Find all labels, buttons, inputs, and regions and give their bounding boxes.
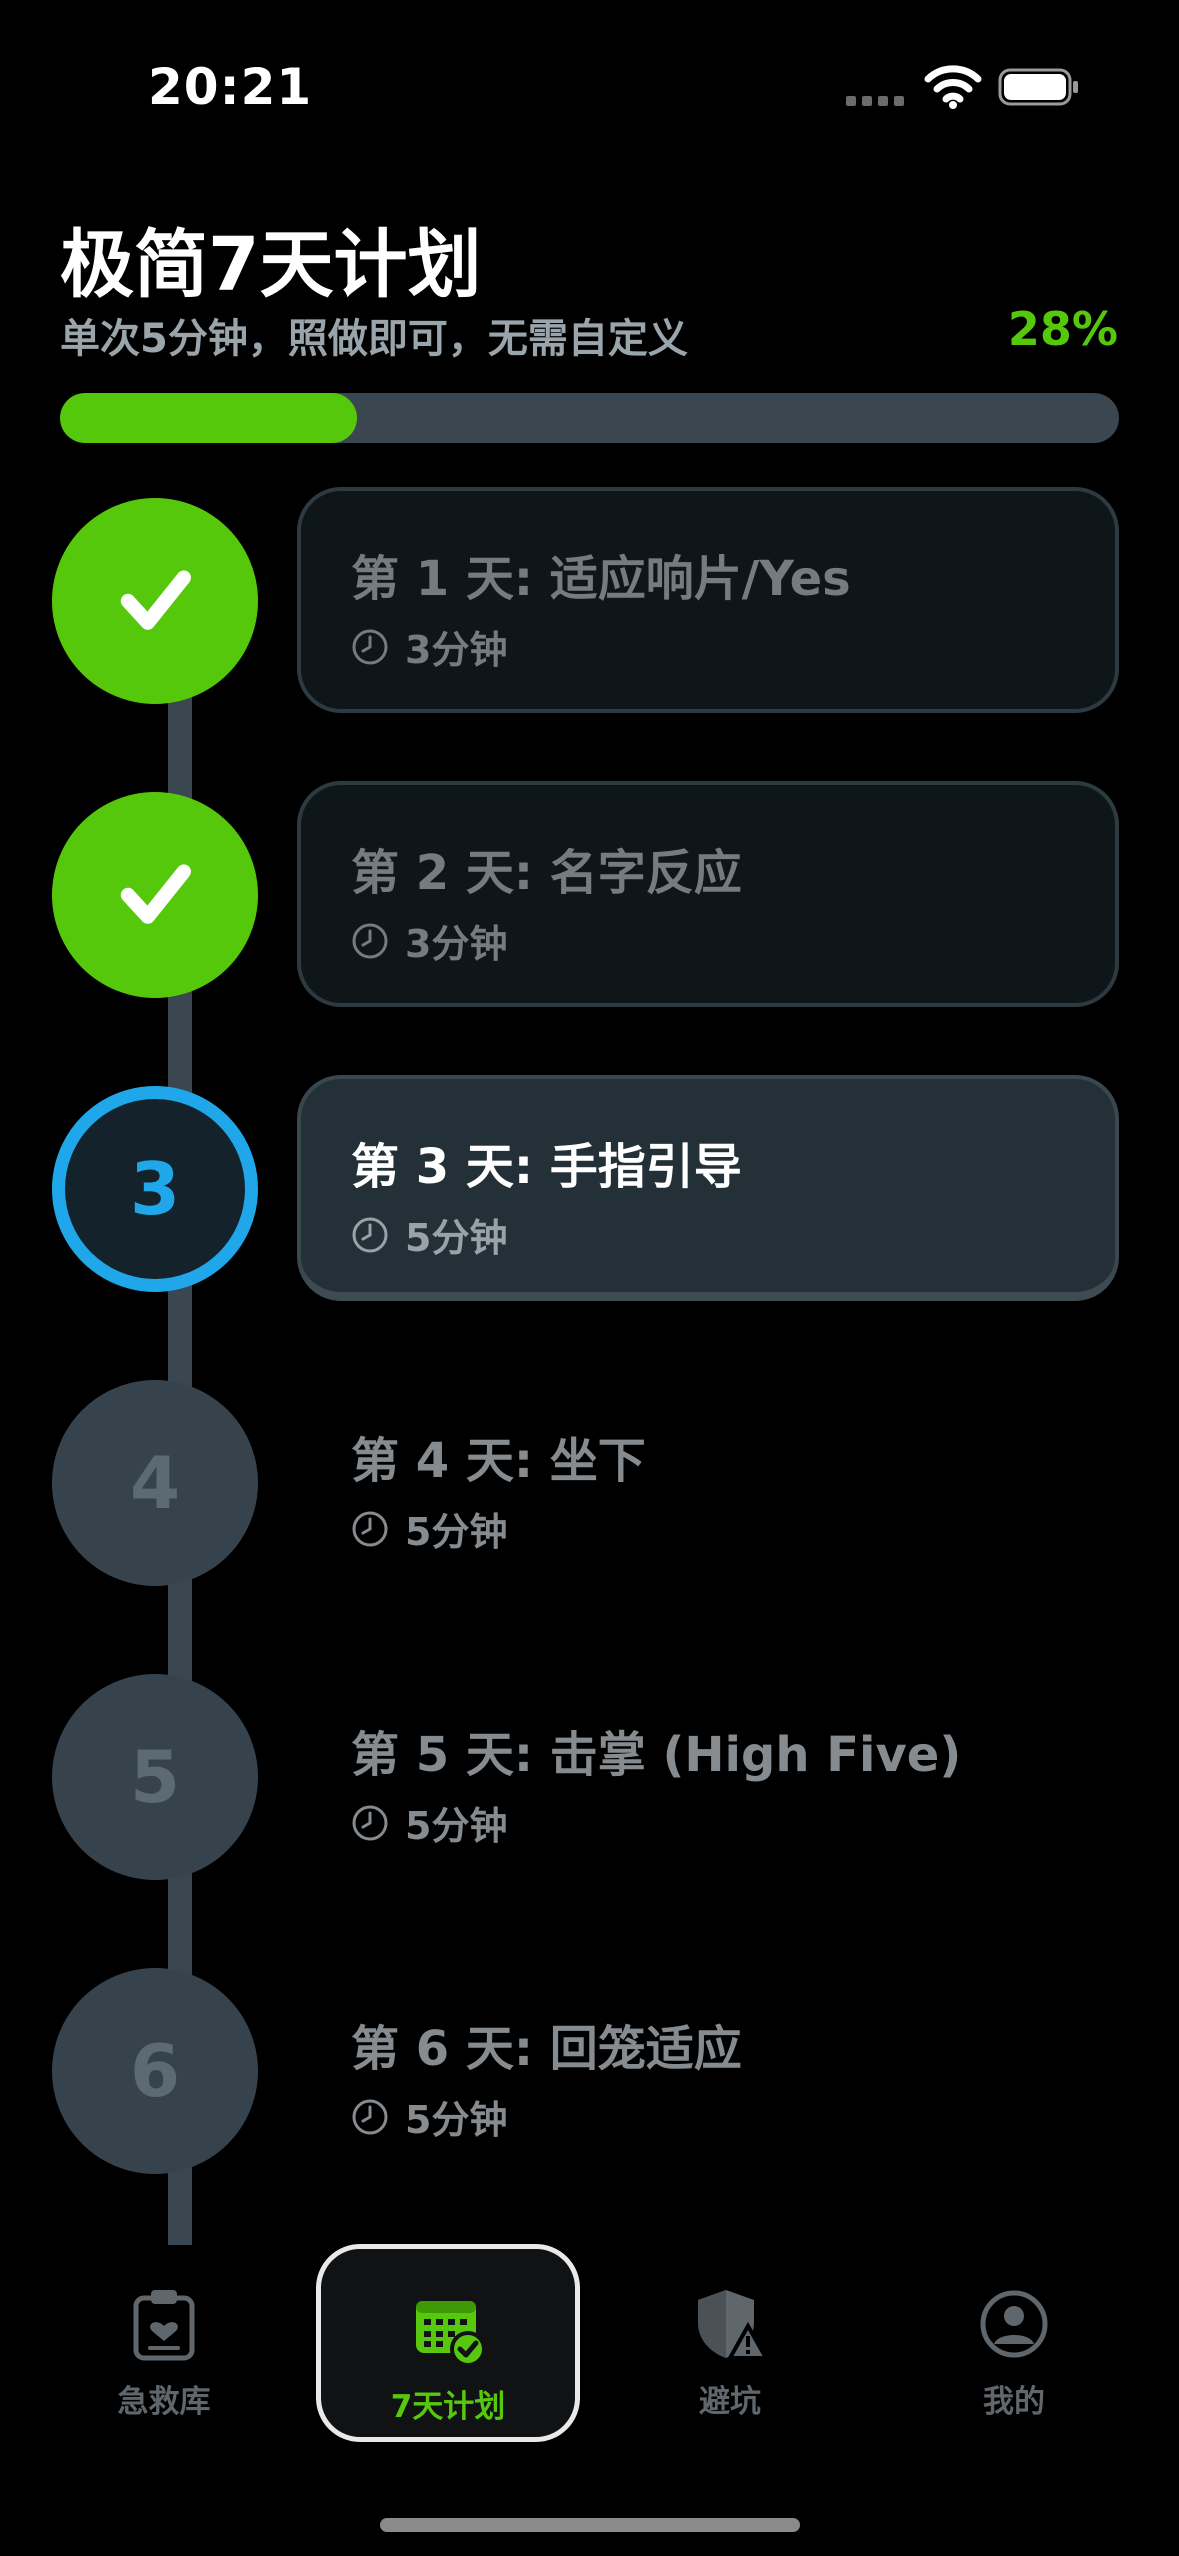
duration-text: 5分钟 — [405, 1804, 508, 1848]
person-circle-icon — [980, 2290, 1048, 2358]
day-number: 3 — [129, 1147, 181, 1231]
day-duration: 3分钟 — [351, 913, 507, 968]
checkmark-icon — [120, 864, 191, 924]
tab-profile[interactable]: 我的 — [882, 2244, 1146, 2442]
day-3-card[interactable]: 第 3 天: 手指引导 5分钟 — [297, 1075, 1119, 1301]
clock-icon — [352, 2099, 388, 2134]
day-6-card[interactable]: 第 6 天: 回笼适应 5分钟 — [297, 1957, 1119, 2183]
day-title: 第 3 天: 手指引导 — [351, 1139, 742, 1195]
day-6-status-node: 6 — [52, 1968, 258, 2174]
tab-first-aid[interactable]: 急救库 — [32, 2244, 296, 2442]
day-duration: 5分钟 — [351, 1501, 507, 1556]
clock-icon — [352, 629, 388, 664]
day-title: 第 5 天: 击掌 (High Five) — [351, 1727, 962, 1783]
clock-icon — [352, 1511, 388, 1546]
tab-7day-plan[interactable]: 7天计划 — [316, 2244, 580, 2442]
tab-7day-plan-label: 7天计划 — [390, 2389, 506, 2425]
day-number: 5 — [129, 1735, 181, 1819]
day-title: 第 6 天: 回笼适应 — [351, 2021, 742, 2077]
duration-text: 5分钟 — [405, 2098, 508, 2142]
progress-bar — [60, 393, 1119, 443]
clock-icon — [352, 1805, 388, 1840]
day-1-card[interactable]: 第 1 天: 适应响片/Yes 3分钟 — [297, 487, 1119, 713]
day-duration: 3分钟 — [351, 619, 507, 674]
progress-percent: 28% — [1007, 302, 1118, 356]
day-2-card[interactable]: 第 2 天: 名字反应 3分钟 — [297, 781, 1119, 1007]
day-duration: 5分钟 — [351, 2089, 507, 2144]
calendar-check-icon — [416, 2301, 486, 2367]
checkmark-icon — [120, 570, 191, 630]
page-subtitle: 单次5分钟，照做即可，无需自定义 — [60, 316, 688, 362]
tab-profile-label: 我的 — [983, 2384, 1045, 2420]
duration-text: 3分钟 — [405, 628, 508, 672]
day-duration: 5分钟 — [351, 1207, 507, 1262]
tab-pitfalls-label: 避坑 — [699, 2384, 761, 2420]
duration-text: 5分钟 — [405, 1510, 508, 1554]
day-3-status-node: 3 — [52, 1086, 258, 1292]
battery-icon — [998, 68, 1078, 106]
day-number: 6 — [129, 2029, 181, 2113]
duration-text: 3分钟 — [405, 922, 508, 966]
clock-icon — [352, 1217, 388, 1252]
tab-pitfalls[interactable]: 避坑 — [598, 2244, 862, 2442]
status-time: 20:21 — [148, 58, 313, 116]
clock-icon — [352, 923, 388, 958]
page-title: 极简7天计划 — [60, 222, 482, 308]
home-indicator — [380, 2518, 800, 2532]
day-number: 4 — [129, 1441, 181, 1525]
shield-warning-icon — [698, 2290, 768, 2360]
day-2-status-node — [52, 792, 258, 998]
day-title: 第 4 天: 坐下 — [351, 1433, 646, 1489]
progress-bar-fill — [60, 393, 357, 443]
wifi-icon — [924, 65, 982, 109]
day-4-status-node: 4 — [52, 1380, 258, 1586]
tab-first-aid-label: 急救库 — [117, 2384, 211, 2420]
day-title: 第 1 天: 适应响片/Yes — [351, 551, 851, 607]
day-duration: 5分钟 — [351, 1795, 507, 1850]
duration-text: 5分钟 — [405, 1216, 508, 1260]
day-5-card[interactable]: 第 5 天: 击掌 (High Five) 5分钟 — [297, 1663, 1119, 1889]
day-1-status-node — [52, 498, 258, 704]
day-4-card[interactable]: 第 4 天: 坐下 5分钟 — [297, 1369, 1119, 1595]
day-title: 第 2 天: 名字反应 — [351, 845, 742, 901]
clipboard-heart-icon — [133, 2290, 195, 2361]
day-5-status-node: 5 — [52, 1674, 258, 1880]
